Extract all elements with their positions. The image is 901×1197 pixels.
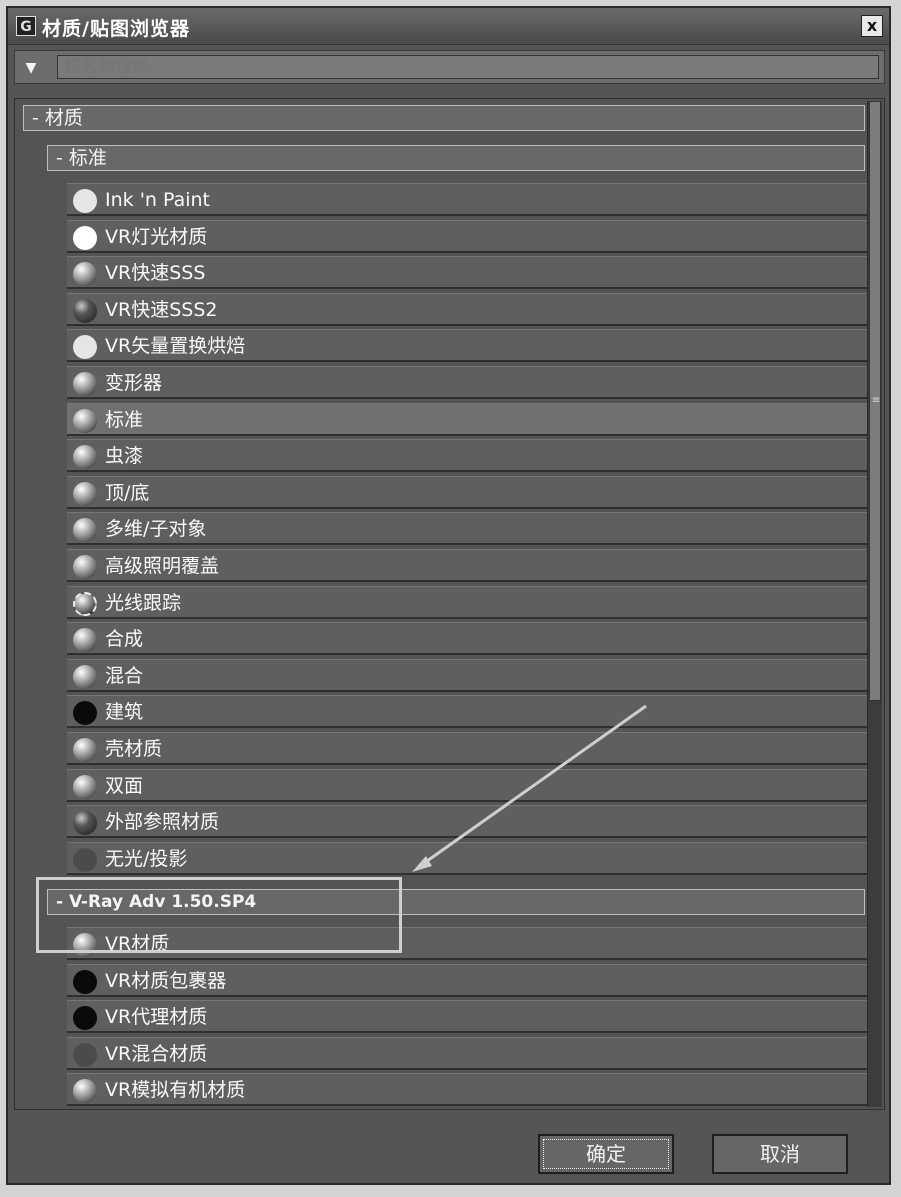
flat-light-sphere-icon bbox=[73, 189, 97, 213]
material-list-item[interactable]: VR材质包裹器 bbox=[67, 963, 867, 997]
material-item-label: 外部参照材质 bbox=[105, 811, 220, 834]
black-sphere-icon bbox=[73, 1006, 97, 1031]
material-item-label: 光线跟踪 bbox=[105, 591, 182, 614]
scrollbar-thumb[interactable]: ≡ bbox=[869, 101, 881, 701]
material-list-item[interactable]: VR混合材质 bbox=[67, 1036, 867, 1070]
material-item-label: 高级照明覆盖 bbox=[105, 555, 220, 577]
black-sphere-icon bbox=[73, 701, 97, 726]
checker-square-icon bbox=[73, 847, 97, 872]
sphere-icon bbox=[73, 774, 97, 799]
material-list-item[interactable]: VR快速SSS2 bbox=[67, 292, 867, 326]
material-list-item[interactable]: 建筑 bbox=[67, 695, 867, 729]
material-item-label: 虫漆 bbox=[105, 445, 144, 468]
raytrace-sphere-icon bbox=[73, 591, 97, 616]
sphere-icon bbox=[73, 738, 97, 762]
dark-sphere-icon bbox=[73, 811, 97, 836]
material-item-label: VR矢量置换烘焙 bbox=[105, 335, 246, 358]
app-logo-icon: G bbox=[16, 16, 36, 36]
material-item-label: VR灯光材质 bbox=[105, 225, 208, 248]
sphere-icon bbox=[73, 445, 97, 470]
material-list-item[interactable]: 标准 bbox=[67, 402, 867, 436]
search-input[interactable] bbox=[57, 55, 879, 79]
sphere-icon bbox=[73, 1079, 97, 1104]
material-item-label: 双面 bbox=[105, 774, 144, 797]
checker-square-icon bbox=[73, 1042, 97, 1067]
material-item-label: 变形器 bbox=[105, 372, 163, 394]
sphere-icon bbox=[73, 481, 97, 506]
material-item-label: 无光/投影 bbox=[105, 847, 188, 870]
sphere-icon bbox=[73, 408, 97, 433]
dialog-footer: 确定 取消 bbox=[8, 1114, 889, 1183]
material-list-item[interactable]: VR矢量置换烘焙 bbox=[67, 329, 867, 363]
material-item-label: 合成 bbox=[105, 628, 144, 651]
material-list-item[interactable]: VR灯光材质 bbox=[67, 219, 867, 253]
group-header-materials[interactable]: - 材质 bbox=[23, 105, 865, 131]
material-list-item[interactable]: 高级照明覆盖 bbox=[67, 549, 867, 582]
vertical-scrollbar[interactable]: ≡ bbox=[867, 101, 882, 1107]
material-list-item[interactable]: VR代理材质 bbox=[67, 1000, 867, 1034]
material-list-item[interactable]: 混合 bbox=[67, 658, 867, 692]
highlight-box bbox=[36, 877, 402, 953]
title-bar[interactable]: G 材质/贴图浏览器 x bbox=[8, 8, 889, 45]
sphere-icon bbox=[73, 262, 97, 287]
material-list-panel: - 材质 - 标准 Ink 'n Paint VR灯光材质 VR快速SSS VR快速S… bbox=[14, 98, 885, 1110]
material-list-item[interactable]: 多维/子对象 bbox=[67, 512, 867, 546]
window-title: 材质/贴图浏览器 bbox=[42, 18, 190, 40]
sphere-icon bbox=[73, 518, 97, 543]
ok-button[interactable]: 确定 bbox=[538, 1134, 674, 1174]
sphere-icon bbox=[73, 664, 97, 689]
triangle-down-icon[interactable]: ▼ bbox=[21, 59, 41, 77]
material-item-label: 多维/子对象 bbox=[105, 518, 207, 541]
material-item-label: VR模拟有机材质 bbox=[105, 1079, 246, 1102]
material-item-label: 壳材质 bbox=[105, 738, 163, 760]
material-list-item[interactable]: 无光/投影 bbox=[67, 841, 867, 875]
cancel-button[interactable]: 取消 bbox=[712, 1134, 848, 1174]
white-sphere-icon bbox=[73, 225, 97, 250]
grip-icon: ≡ bbox=[871, 395, 881, 406]
material-list-item[interactable]: 合成 bbox=[67, 622, 867, 656]
sphere-icon bbox=[73, 555, 97, 579]
material-item-label: Ink 'n Paint bbox=[105, 189, 211, 211]
material-list-item[interactable]: 虫漆 bbox=[67, 439, 867, 473]
material-item-label: VR代理材质 bbox=[105, 1006, 208, 1029]
material-item-label: 顶/底 bbox=[105, 481, 150, 504]
sphere-icon bbox=[73, 372, 97, 396]
material-list-item[interactable]: VR模拟有机材质 bbox=[67, 1073, 867, 1107]
flat-light-sphere-icon bbox=[73, 335, 97, 360]
material-list-item[interactable]: 光线跟踪 bbox=[67, 585, 867, 619]
close-button[interactable]: x bbox=[861, 15, 883, 37]
material-item-label: VR快速SSS bbox=[105, 262, 206, 285]
material-item-label: 标准 bbox=[105, 408, 144, 431]
dark-sphere-icon bbox=[73, 298, 97, 323]
material-item-label: VR材质包裹器 bbox=[105, 969, 227, 992]
material-item-label: VR混合材质 bbox=[105, 1042, 208, 1065]
search-bar: ▼ bbox=[14, 50, 885, 84]
sphere-icon bbox=[73, 628, 97, 653]
material-list-item[interactable]: Ink 'n Paint bbox=[67, 183, 867, 216]
material-list-item[interactable]: 顶/底 bbox=[67, 475, 867, 509]
material-list-item[interactable]: VR快速SSS bbox=[67, 256, 867, 290]
material-list-item[interactable]: 双面 bbox=[67, 768, 867, 802]
material-list-item[interactable]: 外部参照材质 bbox=[67, 805, 867, 839]
group-header-standard[interactable]: - 标准 bbox=[47, 145, 865, 171]
material-list-item[interactable]: 壳材质 bbox=[67, 732, 867, 765]
material-item-label: 建筑 bbox=[105, 701, 144, 724]
material-map-browser-window: G 材质/贴图浏览器 x ▼ - 材质 - 标准 Ink 'n Paint VR灯… bbox=[6, 6, 891, 1185]
material-item-label: VR快速SSS2 bbox=[105, 298, 218, 321]
black-sphere-icon bbox=[73, 969, 97, 994]
material-item-label: 混合 bbox=[105, 664, 144, 687]
material-list-item[interactable]: 变形器 bbox=[67, 366, 867, 399]
